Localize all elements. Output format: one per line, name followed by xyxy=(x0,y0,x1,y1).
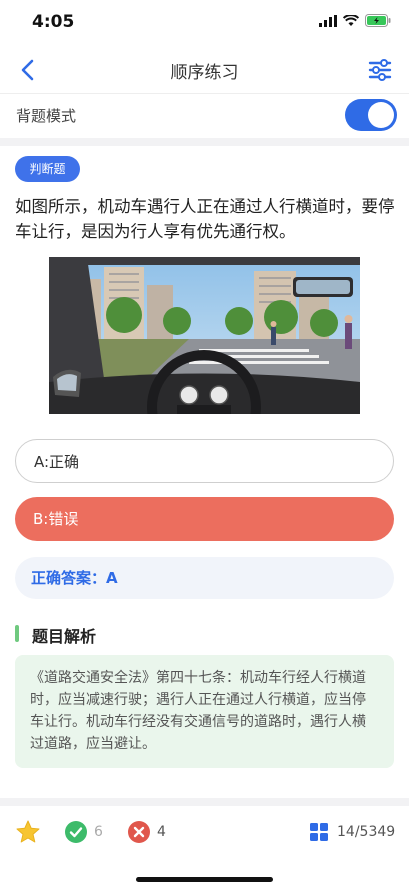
option-a[interactable]: A:正确 xyxy=(15,439,394,483)
question-text: 如图所示，机动车遇行人正在通过人行横道时，要停车让行，是因为行人享有优先通行权。 xyxy=(15,197,395,241)
correct-count: 6 xyxy=(94,824,103,840)
nav-divider xyxy=(0,93,409,94)
analysis-text: 《道路交通安全法》第四十七条：机动车行经人行横道时，应当减速行驶；遇行人正在通过… xyxy=(15,655,394,768)
wifi-icon xyxy=(343,14,359,26)
toggle-knob xyxy=(368,102,394,128)
question-image xyxy=(49,257,360,414)
analysis-title: 题目解析 xyxy=(32,627,97,646)
analysis-accent-bar xyxy=(15,625,19,642)
sliders-icon xyxy=(368,59,392,81)
question-type-badge: 判断题 xyxy=(15,156,80,182)
option-b[interactable]: B:错误 xyxy=(15,497,394,541)
favorite-button[interactable] xyxy=(15,819,41,845)
status-time: 4:05 xyxy=(32,12,75,32)
page-title: 顺序练习 xyxy=(170,63,239,83)
battery-icon xyxy=(365,14,391,27)
question-grid-button[interactable] xyxy=(309,822,329,842)
check-circle-icon xyxy=(65,821,87,843)
section-divider xyxy=(0,138,409,146)
bottom-divider xyxy=(0,798,409,806)
signal-icon xyxy=(319,14,337,27)
wrong-count-button[interactable] xyxy=(127,820,151,844)
grid-icon xyxy=(310,823,328,841)
status-icons xyxy=(319,14,391,27)
question-progress[interactable]: 14/5349 xyxy=(337,824,395,840)
recite-mode-toggle[interactable] xyxy=(345,99,397,131)
wrong-count: 4 xyxy=(157,824,166,840)
recite-mode-label: 背题模式 xyxy=(16,107,77,125)
cross-circle-icon xyxy=(128,821,150,843)
star-icon xyxy=(16,820,40,843)
correct-answer: 正确答案：A xyxy=(15,557,394,599)
correct-count-button[interactable] xyxy=(64,820,88,844)
settings-button[interactable] xyxy=(367,56,393,84)
home-indicator xyxy=(136,877,273,882)
